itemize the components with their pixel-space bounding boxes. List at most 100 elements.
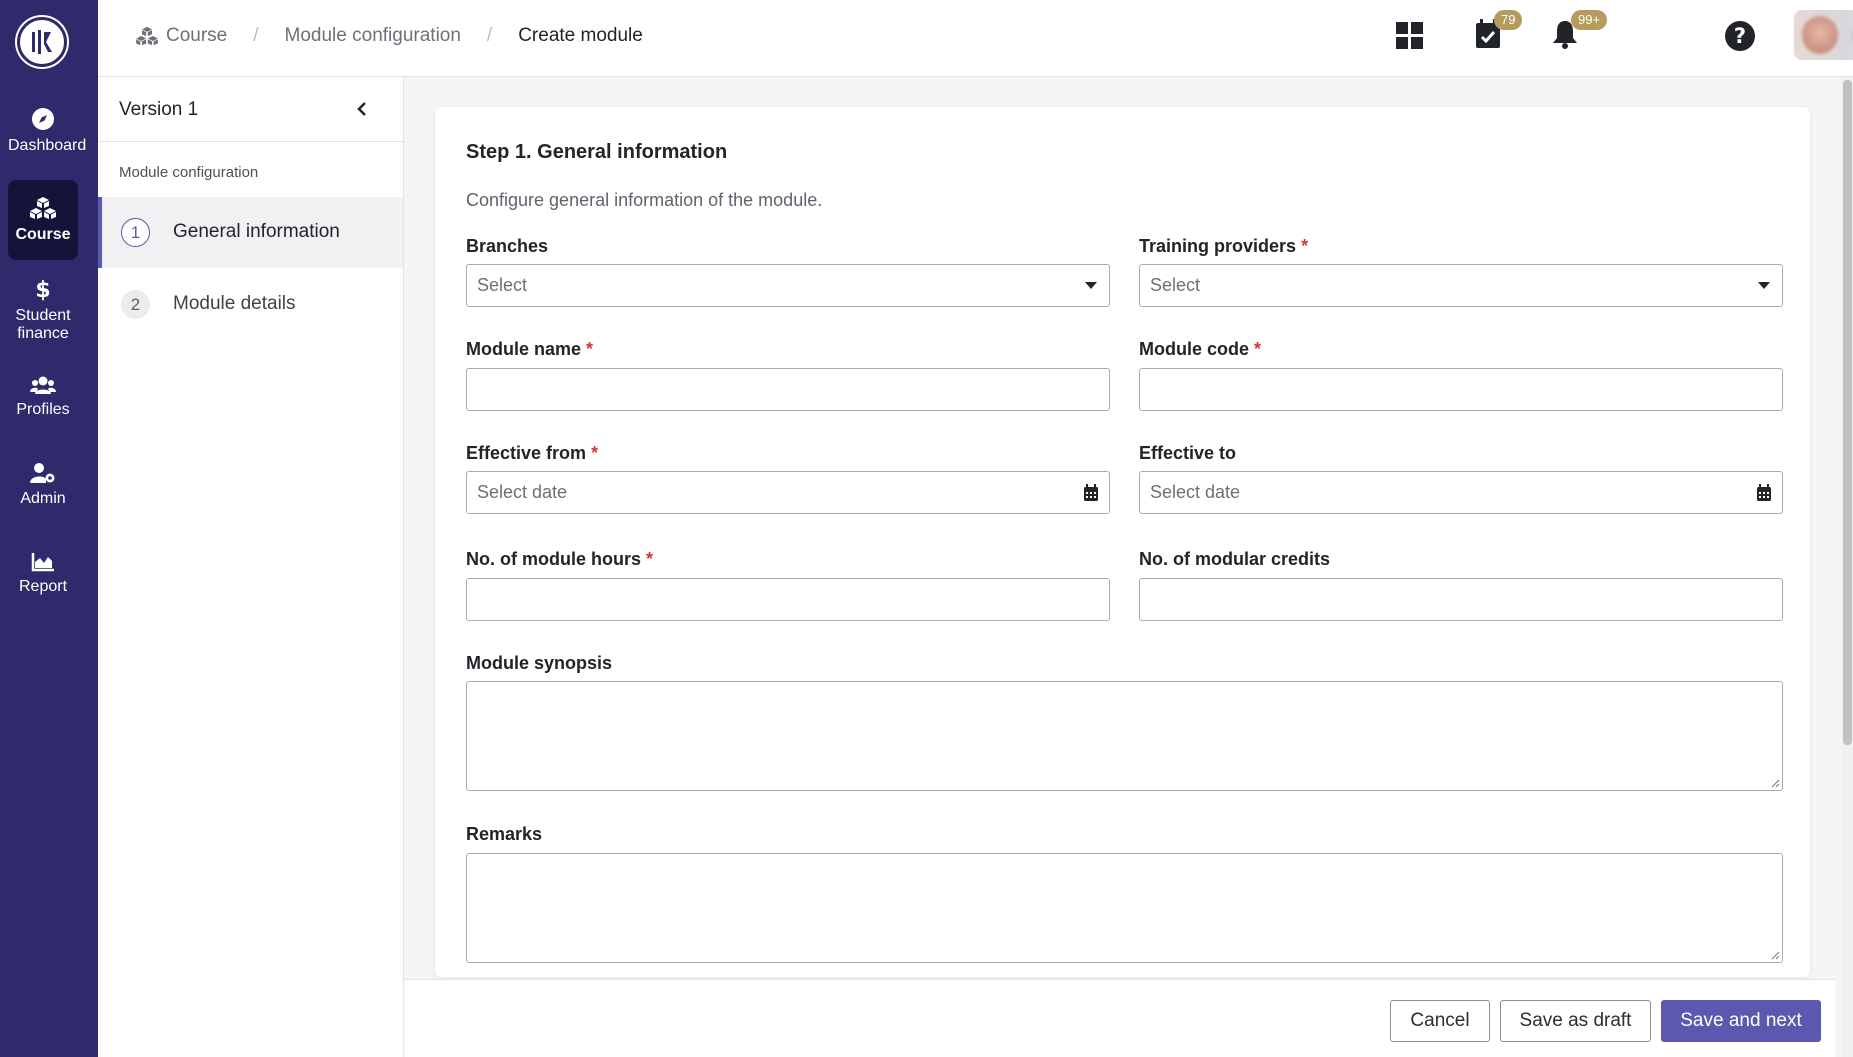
breadcrumb-create-module: Create module <box>518 25 643 46</box>
effective-from-placeholder: Select date <box>477 482 568 502</box>
remarks-textarea[interactable] <box>466 853 1783 963</box>
nav-profiles[interactable]: Profiles <box>8 375 78 425</box>
module-hours-input[interactable] <box>466 578 1110 621</box>
area-chart-icon <box>31 553 54 572</box>
form-title: Step 1. General information <box>466 141 728 163</box>
breadcrumb-separator: / <box>253 25 259 46</box>
nav-student-finance[interactable]: $ Student finance <box>8 277 78 343</box>
help-icon[interactable]: ? <box>1724 20 1756 52</box>
training-providers-select[interactable]: Select <box>1139 264 1783 307</box>
resize-grip-icon[interactable] <box>1770 950 1780 960</box>
save-draft-button[interactable]: Save as draft <box>1500 1000 1651 1042</box>
branches-placeholder: Select <box>477 275 528 295</box>
nav-course[interactable]: Course <box>8 180 78 260</box>
step-general-information[interactable]: 1 General information <box>98 197 403 268</box>
module-name-label: Module name * <box>466 339 593 360</box>
scrollbar-thumb[interactable] <box>1843 80 1852 745</box>
modular-credits-label-text: No. of modular credits <box>1139 549 1331 569</box>
users-icon <box>30 376 56 394</box>
module-code-label-text: Module code <box>1139 339 1250 359</box>
svg-text:$: $ <box>35 278 50 301</box>
step-module-details[interactable]: 2 Module details <box>98 269 403 340</box>
effective-to-label-text: Effective to <box>1139 443 1237 463</box>
effective-from-datepicker[interactable]: Select date <box>466 471 1110 514</box>
app-logo[interactable] <box>17 17 67 67</box>
modular-credits-label: No. of modular credits <box>1139 549 1330 570</box>
step-number: 2 <box>121 290 150 319</box>
required-marker: * <box>1254 339 1262 359</box>
form-card: Step 1. General information Configure ge… <box>435 107 1810 977</box>
step-number: 1 <box>121 218 150 247</box>
required-marker: * <box>1301 236 1309 256</box>
module-name-label-text: Module name <box>466 339 582 359</box>
notifications-badge: 99+ <box>1571 10 1608 30</box>
training-providers-placeholder: Select <box>1150 275 1201 295</box>
branches-label-text: Branches <box>466 236 549 256</box>
nav-report-label: Report <box>18 578 68 595</box>
synopsis-textarea[interactable] <box>466 681 1783 791</box>
nav-student-finance-label: Student finance <box>15 307 71 342</box>
training-providers-label: Training providers * <box>1139 236 1308 257</box>
resize-grip-icon[interactable] <box>1770 778 1780 788</box>
synopsis-label: Module synopsis <box>466 653 612 674</box>
top-bar: Course / Module configuration / Create m… <box>98 0 1853 77</box>
synopsis-label-text: Module synopsis <box>466 653 613 673</box>
caret-down-icon <box>1758 282 1770 289</box>
version-title: Version 1 <box>119 99 199 120</box>
breadcrumb-module-configuration[interactable]: Module configuration <box>285 25 461 47</box>
compass-icon <box>32 108 54 130</box>
effective-to-placeholder: Select date <box>1150 482 1241 502</box>
effective-to-datepicker[interactable]: Select date <box>1139 471 1783 514</box>
module-code-label: Module code * <box>1139 339 1261 360</box>
tasks-badge: 79 <box>1494 10 1523 30</box>
cubes-icon <box>30 197 56 219</box>
section-label: Module configuration <box>119 164 259 181</box>
required-marker: * <box>646 549 654 569</box>
branches-select[interactable]: Select <box>466 264 1110 307</box>
step-label: General information <box>173 221 340 242</box>
effective-from-label: Effective from * <box>466 443 598 464</box>
training-providers-label-text: Training providers <box>1139 236 1297 256</box>
modular-credits-input[interactable] <box>1139 578 1783 621</box>
dollar-icon: $ <box>35 278 50 301</box>
required-marker: * <box>591 443 599 463</box>
step-label: Module details <box>173 293 296 314</box>
cubes-icon <box>136 26 158 46</box>
remarks-label-text: Remarks <box>466 824 543 844</box>
form-description: Configure general information of the mod… <box>466 190 823 210</box>
nav-dashboard[interactable]: Dashboard <box>8 107 86 159</box>
nav-admin-label: Admin <box>20 490 66 507</box>
user-menu[interactable] <box>1794 10 1853 60</box>
apps-grid-icon[interactable] <box>1396 22 1424 50</box>
breadcrumb: Course / Module configuration / Create m… <box>136 25 643 47</box>
chevron-left-icon[interactable] <box>356 101 368 117</box>
branches-label: Branches <box>466 236 548 257</box>
left-nav: Dashboard Course $ Student finance Profi… <box>0 0 98 1057</box>
steps-panel-header: Version 1 <box>98 77 403 142</box>
module-code-input[interactable] <box>1139 368 1783 411</box>
logo-mark <box>32 30 52 54</box>
module-hours-label: No. of module hours * <box>466 549 653 570</box>
remarks-label: Remarks <box>466 824 542 845</box>
cancel-button[interactable]: Cancel <box>1390 1000 1490 1042</box>
module-name-input[interactable] <box>466 368 1110 411</box>
module-hours-label-text: No. of module hours <box>466 549 641 569</box>
nav-course-label: Course <box>15 226 71 243</box>
steps-panel: Version 1 Module configuration 1 General… <box>98 77 404 1057</box>
save-next-button[interactable]: Save and next <box>1661 1000 1821 1042</box>
calendar-icon <box>1757 483 1771 501</box>
user-cog-icon <box>30 463 55 483</box>
form-footer: Cancel Save as draft Save and next <box>405 979 1835 1057</box>
required-marker: * <box>586 339 594 359</box>
nav-report[interactable]: Report <box>8 552 78 602</box>
effective-from-label-text: Effective from <box>466 443 587 463</box>
avatar <box>1802 16 1838 54</box>
breadcrumb-separator: / <box>486 25 493 46</box>
nav-admin[interactable]: Admin <box>8 462 78 514</box>
caret-down-icon <box>1085 282 1097 289</box>
effective-to-label: Effective to <box>1139 443 1236 464</box>
nav-dashboard-label: Dashboard <box>8 137 87 154</box>
nav-profiles-label: Profiles <box>16 401 70 418</box>
breadcrumb-course[interactable]: Course <box>166 25 227 47</box>
calendar-icon <box>1084 483 1098 501</box>
